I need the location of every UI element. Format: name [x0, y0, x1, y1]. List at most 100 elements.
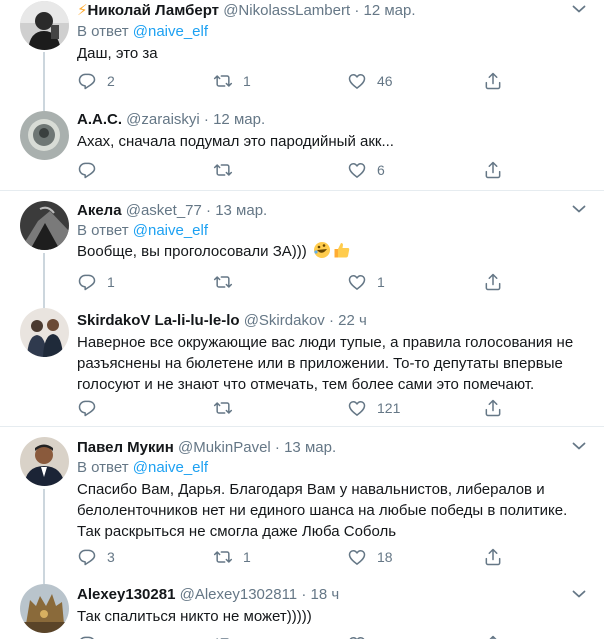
- chevron-down-icon[interactable]: [572, 4, 586, 14]
- like-button[interactable]: [347, 634, 367, 639]
- timestamp[interactable]: 22 ч: [338, 312, 367, 329]
- reply-button[interactable]: 2: [77, 71, 115, 91]
- retweet-button[interactable]: 1: [213, 71, 251, 91]
- thread-line: [43, 489, 45, 574]
- tweet-5[interactable]: Павел Мукин @MukinPavel · 13 мар. В отве…: [0, 427, 604, 574]
- reply-prefix: В ответ: [77, 222, 133, 239]
- author-handle[interactable]: @zaraiskyi: [126, 111, 200, 128]
- share-icon: [483, 634, 503, 639]
- chevron-down-icon[interactable]: [572, 204, 586, 214]
- reply-button[interactable]: [77, 160, 107, 180]
- tweet-text: Вообще, вы проголосовали ЗА))): [77, 241, 582, 262]
- like-button[interactable]: 6: [347, 160, 385, 180]
- author-handle[interactable]: @Skirdakov: [244, 312, 325, 329]
- retweet-icon: [213, 634, 233, 639]
- avatar[interactable]: [20, 201, 69, 250]
- like-button[interactable]: 121: [347, 398, 400, 418]
- share-button[interactable]: [483, 160, 503, 180]
- thread-line: [43, 99, 45, 111]
- author-handle[interactable]: @MukinPavel: [178, 439, 271, 456]
- avatar[interactable]: [20, 111, 69, 160]
- avatar[interactable]: [20, 584, 69, 633]
- share-button[interactable]: [483, 71, 503, 91]
- heart-icon: [347, 272, 367, 292]
- reply-to-link[interactable]: @naive_elf: [133, 222, 208, 239]
- reply-button[interactable]: [77, 398, 107, 418]
- share-button[interactable]: [483, 272, 503, 292]
- reply-icon: [77, 547, 97, 567]
- timestamp[interactable]: 18 ч: [311, 586, 340, 603]
- author-handle[interactable]: @Alexey1302811: [180, 586, 298, 603]
- tweet-text: Спасибо Вам, Дарья. Благодаря Вам у нава…: [77, 481, 568, 540]
- thread-line: [43, 253, 45, 292]
- avatar[interactable]: [20, 1, 69, 50]
- share-button[interactable]: [483, 547, 503, 567]
- timestamp[interactable]: 12 мар.: [213, 111, 265, 128]
- tweet-header: SkirdakoV La-li-lu-le-lo @Skirdakov · 22…: [77, 312, 367, 330]
- author-handle[interactable]: @NikolassLambert: [223, 2, 350, 19]
- retweet-button[interactable]: [213, 634, 233, 639]
- tweet-actions: 3 1 18: [77, 547, 507, 567]
- share-icon: [483, 547, 503, 567]
- like-count: 46: [377, 73, 393, 89]
- avatar[interactable]: [20, 308, 69, 357]
- author-name[interactable]: Alexey130281: [77, 586, 175, 603]
- avatar[interactable]: [20, 437, 69, 486]
- reply-button[interactable]: [77, 634, 97, 639]
- author-name[interactable]: А.А.С.: [77, 111, 122, 128]
- lightning-icon: ⚡: [77, 2, 88, 19]
- thread-line: [43, 52, 45, 99]
- tweet-6[interactable]: Alexey130281 @Alexey1302811 · 18 ч Так с…: [0, 574, 604, 639]
- tweet-text: Наверное все окружающие вас люди тупые, …: [77, 334, 574, 393]
- author-name[interactable]: Николай Ламберт: [88, 2, 219, 19]
- share-icon: [483, 71, 503, 91]
- reply-context: В ответ @naive_elf: [77, 222, 208, 240]
- retweet-count: 1: [243, 549, 251, 565]
- like-count: 6: [377, 162, 385, 178]
- chevron-down-icon[interactable]: [572, 441, 586, 451]
- share-button[interactable]: [483, 398, 503, 418]
- reply-button[interactable]: 3: [77, 547, 115, 567]
- like-count: 18: [377, 549, 393, 565]
- reply-button[interactable]: 1: [77, 272, 115, 292]
- reply-to-link[interactable]: @naive_elf: [133, 459, 208, 476]
- retweet-button[interactable]: [213, 160, 243, 180]
- author-handle[interactable]: @asket_77: [126, 202, 202, 219]
- tweet-3[interactable]: Акела @asket_77 · 13 мар. В ответ @naive…: [0, 191, 604, 292]
- heart-icon: [347, 634, 367, 639]
- like-button[interactable]: 46: [347, 71, 393, 91]
- timestamp[interactable]: 13 мар.: [284, 439, 336, 456]
- reply-context: В ответ @naive_elf: [77, 23, 208, 41]
- tweet-4[interactable]: SkirdakoV La-li-lu-le-lo @Skirdakov · 22…: [0, 292, 604, 426]
- like-count: 121: [377, 400, 401, 416]
- timestamp[interactable]: 13 мар.: [215, 202, 267, 219]
- reply-to-link[interactable]: @naive_elf: [133, 23, 208, 40]
- like-button[interactable]: 18: [347, 547, 393, 567]
- tweet-text: Даш, это за: [77, 45, 158, 62]
- retweet-count: 1: [243, 73, 251, 89]
- tweet-2[interactable]: А.А.С. @zaraiskyi · 12 мар. Ахах, сначал…: [0, 99, 604, 190]
- thumbs-up-emoji-icon: [334, 243, 350, 258]
- thread-line: [43, 292, 45, 308]
- retweet-button[interactable]: [213, 398, 243, 418]
- chevron-down-icon[interactable]: [572, 589, 586, 599]
- share-icon: [483, 160, 503, 180]
- timestamp[interactable]: 12 мар.: [363, 2, 415, 19]
- author-name[interactable]: Павел Мукин: [77, 439, 174, 456]
- tweet-actions: 1 1: [77, 272, 507, 292]
- tweet-text: Ахах, сначала подумал это пародийный акк…: [77, 133, 394, 150]
- tweet-actions: [77, 634, 507, 639]
- reply-icon: [77, 272, 97, 292]
- retweet-button[interactable]: 1: [213, 547, 251, 567]
- heart-icon: [347, 160, 367, 180]
- tweet-1[interactable]: ⚡Николай Ламберт @NikolassLambert · 12 м…: [0, 0, 604, 99]
- tweet-header: Павел Мукин @MukinPavel · 13 мар.: [77, 439, 336, 457]
- like-button[interactable]: 1: [347, 272, 385, 292]
- tweet-actions: 121: [77, 398, 507, 418]
- author-name[interactable]: Акела: [77, 202, 122, 219]
- retweet-button[interactable]: [213, 272, 243, 292]
- author-name[interactable]: SkirdakoV La-li-lu-le-lo: [77, 312, 240, 329]
- tweet-header: Акела @asket_77 · 13 мар.: [77, 202, 267, 220]
- share-button[interactable]: [483, 634, 503, 639]
- share-icon: [483, 398, 503, 418]
